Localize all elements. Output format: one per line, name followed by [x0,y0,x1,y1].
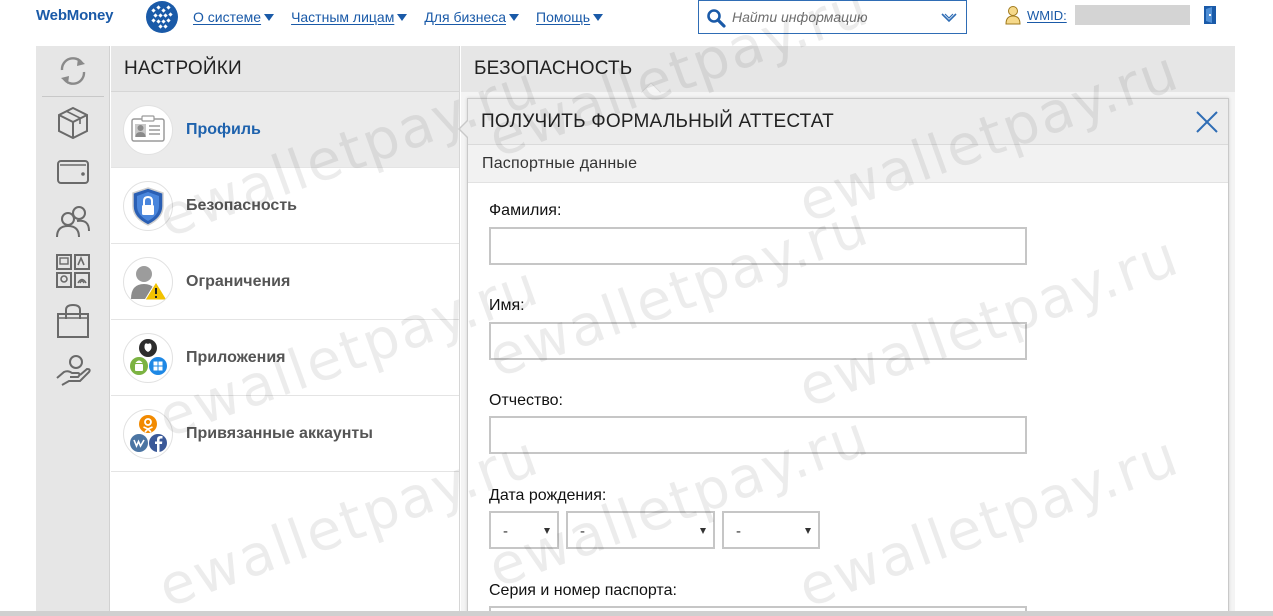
social-accounts-icon [123,408,173,459]
settings-item-label: Безопасность [186,196,297,214]
nav-label: Частным лицам [291,9,395,25]
exit-icon[interactable] [1202,5,1220,25]
settings-item-label: Ограничения [186,272,291,290]
nav-business[interactable]: Для бизнеса [424,8,520,26]
birth-day-select[interactable]: - [489,511,559,549]
surname-label: Фамилия: [489,202,562,219]
security-title: БЕЗОПАСНОСТЬ [461,46,1235,92]
caret-down-icon [593,14,604,21]
wmid-label[interactable]: WMID: [1027,8,1067,23]
settings-item-profile[interactable]: Профиль [111,92,459,168]
settings-item-security[interactable]: Безопасность [111,168,459,244]
settings-item-label: Профиль [186,120,261,138]
settings-item-label: Приложения [186,348,286,366]
top-bar: WebMoney О системе Частным лицам Для биз… [0,0,1273,46]
passport-label: Серия и номер паспорта: [489,582,677,599]
select-value: - [736,523,741,540]
birthdate-label: Дата рождения: [489,487,607,504]
wmid-block: WMID: [1004,4,1220,26]
nav-individuals[interactable]: Частным лицам [291,8,408,26]
logo-text[interactable]: WebMoney [36,7,113,24]
rail-refresh-button[interactable] [36,48,109,94]
user-warning-icon [123,256,173,307]
wmid-value-redacted [1074,5,1190,25]
select-value: - [503,523,508,540]
settings-item-apps[interactable]: Приложения [111,320,459,396]
rail-shop-button[interactable] [36,298,109,344]
search-input[interactable] [732,7,932,27]
rail-separator [42,96,104,97]
panel-title: ПОЛУЧИТЬ ФОРМАЛЬНЫЙ АТТЕСТАТ [468,99,1228,145]
panel-pointer-inner [460,120,469,138]
services-icon [55,254,90,288]
webmoney-globe-icon[interactable] [143,0,181,34]
patronymic-field[interactable] [489,416,1027,454]
rail-payments-button[interactable] [36,348,109,394]
caret-down-icon [700,528,706,534]
settings-column: НАСТРОЙКИ Профиль Безопасность Ограничен… [111,46,460,616]
rail-contacts-button[interactable] [36,198,109,244]
rail-services-button[interactable] [36,248,109,294]
page: WebMoney О системе Частным лицам Для биз… [0,0,1273,616]
settings-item-label: Привязанные аккаунты [186,424,373,442]
patronymic-label: Отчество: [489,392,563,409]
shield-lock-icon [123,180,173,231]
nav-about-system[interactable]: О системе [193,8,275,26]
birth-month-select[interactable]: - [566,511,715,549]
icon-rail [36,46,110,616]
top-navigation: О системе Частным лицам Для бизнеса Помо… [193,8,620,26]
birth-year-select[interactable]: - [722,511,820,549]
chevron-down-icon[interactable] [940,11,958,25]
settings-item-linked-accounts[interactable]: Привязанные аккаунты [111,396,459,472]
search-box [698,0,967,34]
apps-icon [123,332,173,383]
search-icon[interactable] [706,8,726,28]
caret-down-icon [397,14,408,21]
hand-coin-icon [55,355,91,386]
contacts-icon [55,206,90,238]
refresh-icon [60,57,85,85]
caret-down-icon [805,528,811,534]
nav-label: Для бизнеса [424,9,507,25]
name-label: Имя: [489,297,525,314]
settings-title: НАСТРОЙКИ [111,46,459,92]
box-icon [57,106,88,140]
nav-help[interactable]: Помощь [536,8,604,26]
window-bottom-edge [0,611,1273,616]
bag-icon [56,303,89,338]
name-field[interactable] [489,322,1027,360]
settings-item-restrictions[interactable]: Ограничения [111,244,459,320]
caret-down-icon [264,14,275,21]
close-icon[interactable] [1194,109,1220,135]
caret-down-icon [509,14,520,21]
rail-wallet-button[interactable] [36,148,109,194]
rail-box-button[interactable] [36,100,109,146]
surname-field[interactable] [489,227,1027,265]
user-icon [1005,6,1021,25]
attestation-panel: ПОЛУЧИТЬ ФОРМАЛЬНЫЙ АТТЕСТАТ Паспортные … [458,98,1229,616]
nav-label: О системе [193,9,262,25]
nav-label: Помощь [536,9,591,25]
select-value: - [580,523,585,540]
profile-card-icon [123,104,173,155]
wallet-icon [56,160,89,184]
caret-down-icon [544,528,550,534]
section-title: Паспортные данные [468,145,1228,183]
